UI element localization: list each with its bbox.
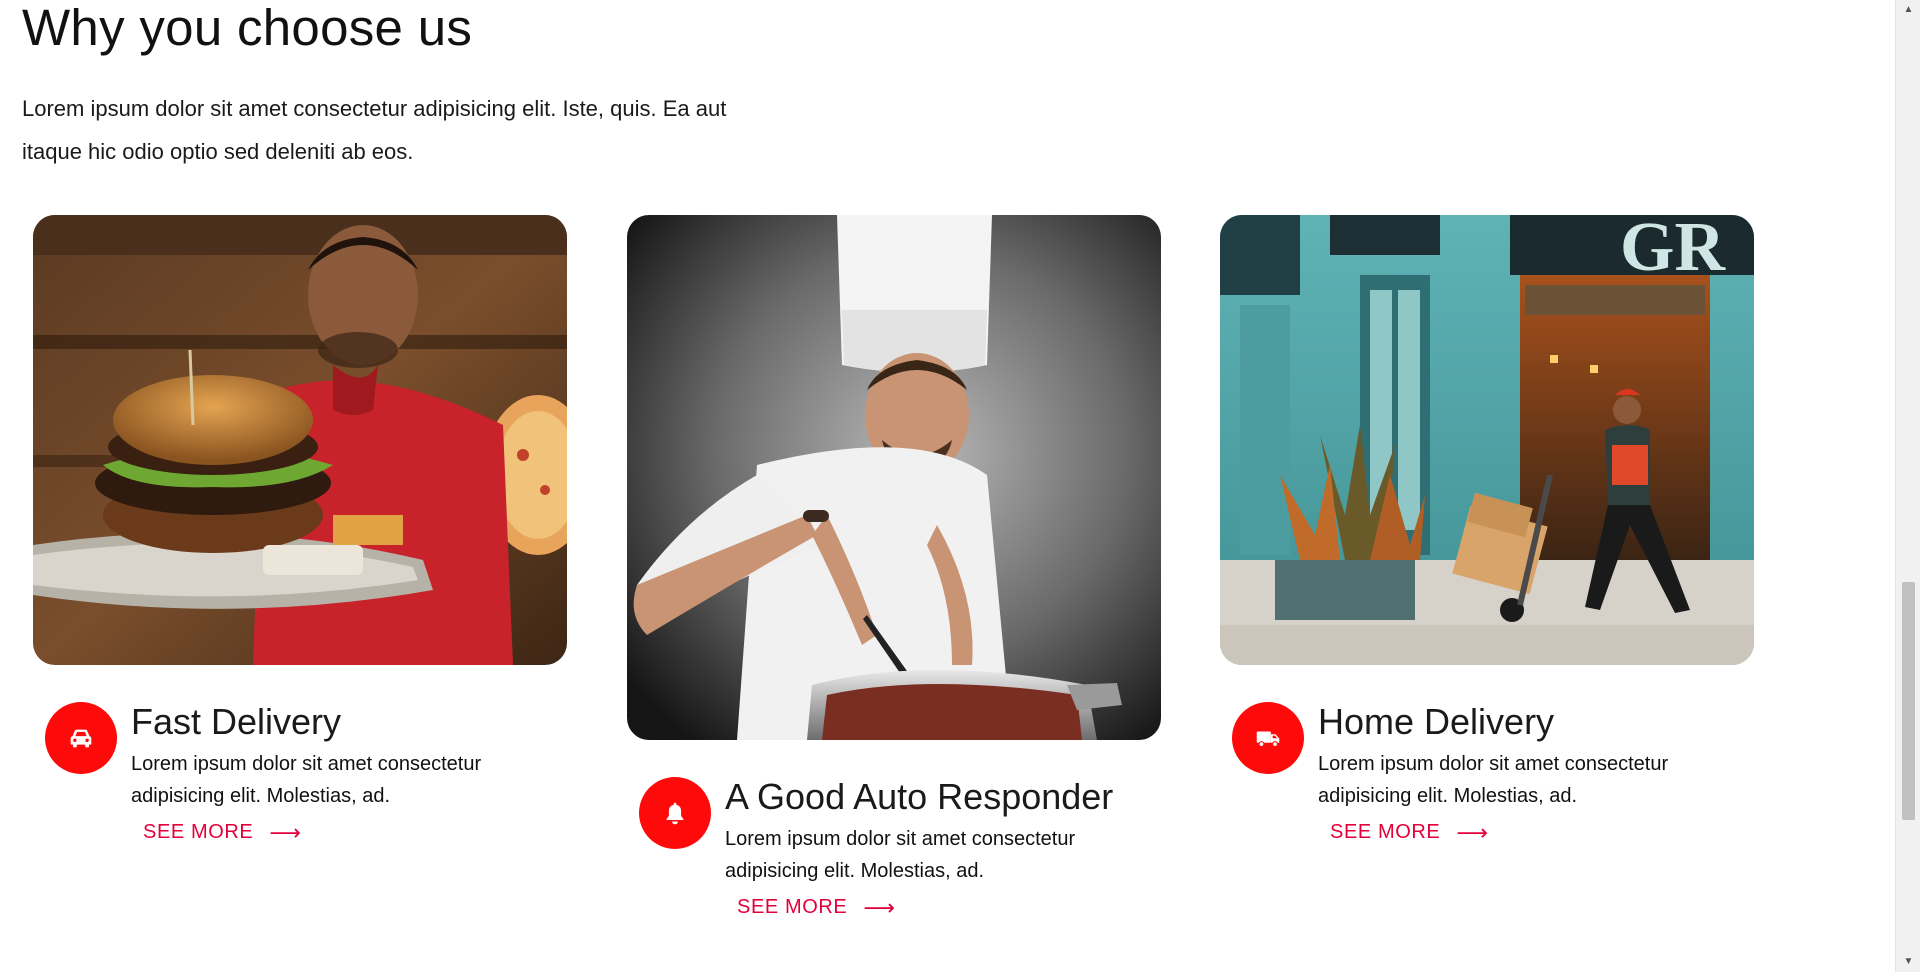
delivery-man-photo: GR — [1220, 215, 1754, 665]
arrow-right-icon: ⟶ — [863, 894, 896, 920]
feature-info: Fast Delivery Lorem ipsum dolor sit amet… — [33, 701, 567, 844]
section-title: Why you choose us — [22, 0, 473, 56]
see-more-link[interactable]: SEE MORE ⟶ — [737, 896, 896, 919]
chef-cooking-photo — [627, 215, 1161, 740]
see-more-link[interactable]: SEE MORE ⟶ — [143, 821, 302, 844]
see-more-link[interactable]: SEE MORE ⟶ — [1330, 821, 1489, 844]
waiter-burger-photo — [33, 215, 567, 665]
feature-description: Lorem ipsum dolor sit amet consectetur a… — [1318, 753, 1669, 807]
feature-card-auto-responder: A Good Auto Responder Lorem ipsum dolor … — [627, 215, 1161, 919]
why-choose-us-section: Why you choose us Lorem ipsum dolor sit … — [22, 0, 1872, 918]
feature-description: Lorem ipsum dolor sit amet consectetur a… — [725, 828, 1076, 882]
scroll-up-arrow-icon[interactable]: ▲ — [1896, 0, 1920, 20]
see-more-label: SEE MORE — [737, 896, 848, 918]
scrollbar-thumb[interactable] — [1902, 582, 1915, 820]
see-more-label: SEE MORE — [1330, 821, 1441, 843]
vertical-scrollbar[interactable]: ▲ ▼ — [1895, 0, 1920, 972]
feature-info: Home Delivery Lorem ipsum dolor sit amet… — [1220, 701, 1754, 844]
arrow-right-icon: ⟶ — [1456, 819, 1489, 845]
truck-icon — [1256, 731, 1280, 748]
scroll-down-arrow-icon[interactable]: ▼ — [1896, 952, 1920, 972]
feature-title: A Good Auto Responder — [725, 776, 1114, 817]
feature-title: Fast Delivery — [131, 701, 342, 742]
page: Why you choose us Lorem ipsum dolor sit … — [0, 0, 1920, 972]
bell-icon — [666, 802, 684, 825]
section-lead: Lorem ipsum dolor sit amet consectetur a… — [22, 96, 727, 164]
arrow-right-icon: ⟶ — [269, 819, 302, 845]
feature-title: Home Delivery — [1318, 701, 1555, 742]
feature-info: A Good Auto Responder Lorem ipsum dolor … — [627, 776, 1161, 919]
feature-cards: Fast Delivery Lorem ipsum dolor sit amet… — [22, 215, 1872, 955]
car-icon — [70, 729, 92, 748]
car-icon-badge — [45, 702, 117, 774]
feature-card-fast-delivery: Fast Delivery Lorem ipsum dolor sit amet… — [33, 215, 567, 844]
see-more-label: SEE MORE — [143, 821, 254, 843]
truck-icon-badge — [1232, 702, 1304, 774]
feature-description: Lorem ipsum dolor sit amet consectetur a… — [131, 753, 482, 807]
bell-icon-badge — [639, 777, 711, 849]
feature-card-home-delivery: GR Home Delivery Lorem ipsum dolor sit a… — [1220, 215, 1754, 844]
